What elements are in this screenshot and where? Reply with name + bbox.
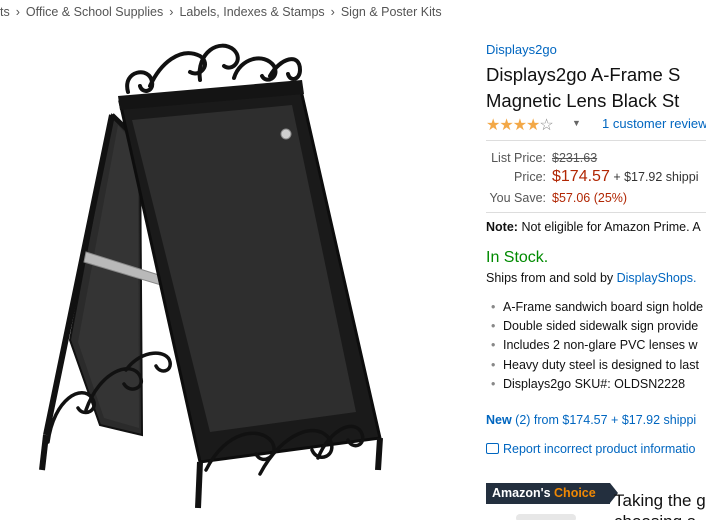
ships-text: Ships from and sold by bbox=[486, 271, 617, 285]
placeholder-bar bbox=[516, 514, 576, 520]
breadcrumb: ts › Office & School Supplies › Labels, Inde… bbox=[0, 5, 442, 19]
availability-status: In Stock. bbox=[486, 249, 549, 266]
product-title: Displays2go A-Frame S Magnetic Lens Blac… bbox=[486, 62, 680, 114]
ships-sold-by: Ships from and sold by DisplayShops. bbox=[486, 271, 697, 285]
list-price-label: List Price: bbox=[491, 151, 546, 165]
new-offers-link[interactable]: New (2) from $174.57 + $17.92 shippi bbox=[486, 413, 696, 427]
star-icon: ★ bbox=[526, 117, 540, 134]
breadcrumb-item-labels-indexes-stamps[interactable]: Labels, Indexes & Stamps bbox=[179, 5, 324, 19]
breadcrumb-item-office-school-supplies[interactable]: Office & School Supplies bbox=[26, 5, 163, 19]
report-incorrect-info-link[interactable]: Report incorrect product informatio bbox=[486, 442, 695, 456]
product-title-line-2: Magnetic Lens Black St bbox=[486, 90, 680, 111]
star-icon: ★ bbox=[512, 117, 527, 134]
you-save-row: You Save: $57.06 (25%) bbox=[486, 191, 627, 205]
amazons-choice-badge: Amazon's Choice bbox=[486, 483, 618, 504]
badge-amazon: Amazon's bbox=[492, 486, 551, 500]
breadcrumb-separator: › bbox=[330, 5, 335, 19]
customer-reviews-link[interactable]: 1 customer review bbox=[602, 116, 706, 131]
chevron-down-icon[interactable]: ▼ bbox=[572, 118, 581, 128]
price-row: Price: $174.57 + $17.92 shippi bbox=[486, 168, 698, 186]
seller-link[interactable]: DisplayShops. bbox=[617, 271, 697, 285]
badge-text-line-1: Taking the g bbox=[614, 491, 706, 510]
list-price-value: $231.63 bbox=[552, 151, 598, 165]
feature-bullet: Displays2go SKU#: OLDSN2228 bbox=[486, 375, 703, 394]
you-save-value: $57.06 (25%) bbox=[552, 191, 628, 205]
list-price-row: List Price: $231.63 bbox=[486, 151, 597, 165]
divider bbox=[486, 212, 706, 213]
feature-bullets: A-Frame sandwich board sign holde Double… bbox=[486, 298, 703, 394]
breadcrumb-separator: › bbox=[169, 5, 174, 19]
divider bbox=[486, 140, 706, 141]
feature-bullet: Heavy duty steel is designed to last bbox=[486, 356, 703, 375]
star-outline-icon: ☆ bbox=[539, 117, 553, 134]
star-icon: ★ bbox=[486, 117, 500, 134]
breadcrumb-item-ts[interactable]: ts bbox=[0, 5, 10, 19]
badge-text-line-2: choosing a bbox=[614, 511, 706, 520]
feature-bullet: Double sided sidewalk sign provide bbox=[486, 317, 703, 336]
star-rating[interactable]: ★★★★☆ bbox=[486, 115, 554, 135]
speech-bubble-icon bbox=[486, 443, 499, 454]
breadcrumb-item-sign-poster-kits[interactable]: Sign & Poster Kits bbox=[341, 5, 442, 19]
price-value: $174.57 bbox=[552, 168, 610, 185]
you-save-label: You Save: bbox=[489, 191, 546, 205]
badge-description: Taking the g choosing a bbox=[614, 490, 706, 520]
new-offers-text[interactable]: (2) from $174.57 + $17.92 shippi bbox=[512, 413, 696, 427]
product-title-line-1: Displays2go A-Frame S bbox=[486, 64, 681, 85]
shipping-cost: + $17.92 shippi bbox=[613, 170, 699, 184]
feature-bullet: Includes 2 non-glare PVC lenses w bbox=[486, 336, 703, 355]
badge-choice: Choice bbox=[554, 486, 596, 500]
new-offers-label[interactable]: New bbox=[486, 413, 512, 427]
breadcrumb-separator: › bbox=[15, 5, 20, 19]
product-image[interactable] bbox=[0, 30, 470, 520]
brand-link[interactable]: Displays2go bbox=[486, 42, 557, 57]
a-frame-sign-image bbox=[39, 43, 383, 509]
prime-note: Note: Not eligible for Amazon Prime. A bbox=[486, 220, 701, 234]
note-label: Note: bbox=[486, 220, 518, 234]
price-label: Price: bbox=[514, 170, 546, 184]
note-text: Not eligible for Amazon Prime. A bbox=[521, 220, 701, 234]
star-icon: ★ bbox=[499, 117, 513, 134]
product-detail: Displays2go Displays2go A-Frame S Magnet… bbox=[486, 40, 706, 520]
feature-bullet: A-Frame sandwich board sign holde bbox=[486, 298, 703, 317]
report-text[interactable]: Report incorrect product informatio bbox=[503, 442, 695, 456]
